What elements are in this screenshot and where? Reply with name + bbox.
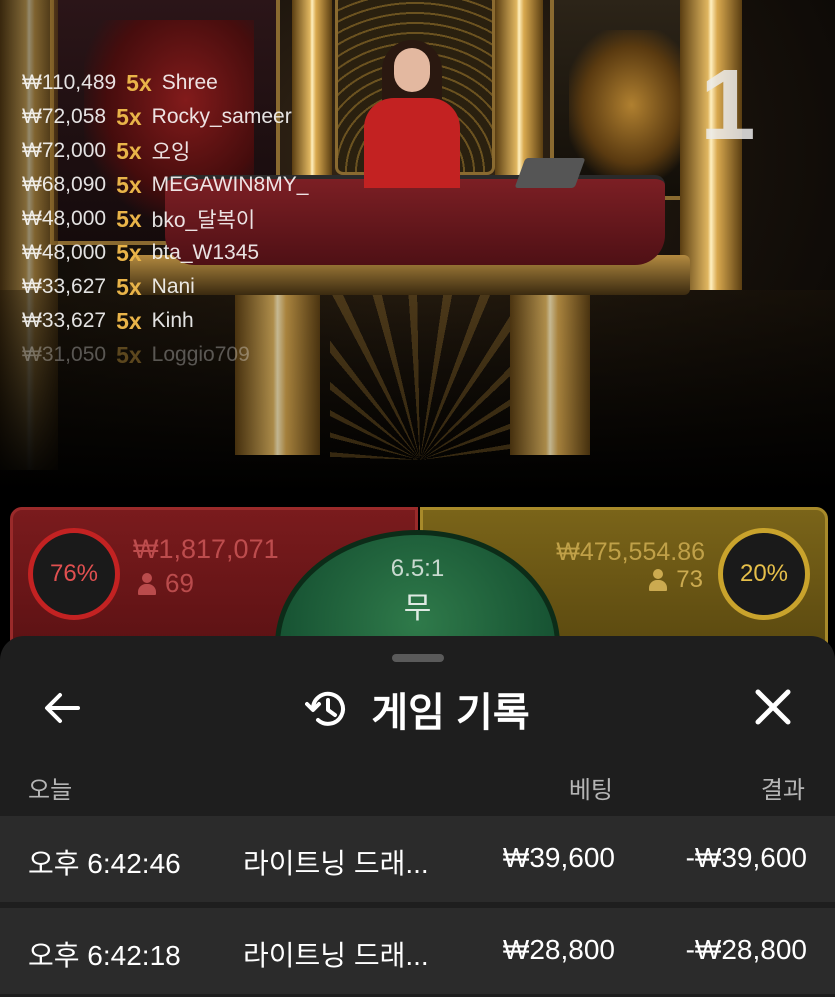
history-column-headers: 오늘 베팅 결과 bbox=[0, 764, 835, 804]
winners-feed: ₩110,489 5x Shree ₩72,058 5x Rocky_sameer ₩7… bbox=[22, 66, 308, 372]
live-video-stream: 1 ₩110,489 5x Shree ₩72,058 5x Rocky_sameer … bbox=[0, 0, 835, 505]
row-result: -₩39,600 bbox=[685, 842, 807, 873]
history-row[interactable]: 오후 6:42:46 라이트닝 드래... ₩39,600 -₩39,600 bbox=[0, 816, 835, 902]
winner-row: ₩72,000 5x 오잉 bbox=[22, 137, 191, 165]
winner-row: ₩33,627 5x Kinh bbox=[22, 307, 194, 334]
row-time: 오후 6:42:46 bbox=[28, 848, 181, 879]
winner-row: ₩48,000 5x bko_달복이 bbox=[22, 205, 256, 233]
dragon-bet-total: ₩1,817,071 bbox=[133, 534, 279, 564]
close-button[interactable] bbox=[748, 684, 798, 730]
row-bet: ₩28,800 bbox=[502, 934, 615, 965]
tiger-player-count: 73 bbox=[648, 566, 703, 594]
winner-row: ₩33,627 5x Nani bbox=[22, 273, 195, 300]
drag-handle[interactable] bbox=[392, 654, 444, 662]
winner-row: ₩68,090 5x MEGAWIN8MY_ bbox=[22, 171, 309, 198]
bet-header: 베팅 bbox=[568, 777, 613, 804]
winner-row: ₩110,489 5x Shree bbox=[22, 69, 218, 96]
game-history-sheet: 게임 기록 오늘 베팅 결과 오후 6:42:46 라이트닝 드래... ₩39… bbox=[0, 636, 835, 997]
row-bet: ₩39,600 bbox=[502, 842, 615, 873]
dragon-bet-percent: 76% bbox=[28, 528, 120, 620]
row-result: -₩28,800 bbox=[685, 934, 807, 965]
tiger-bet-percent: 20% bbox=[718, 528, 810, 620]
close-icon bbox=[755, 689, 791, 725]
tiger-bet-total: ₩475,554.86 bbox=[556, 538, 705, 566]
result-header: 결과 bbox=[760, 777, 805, 804]
sheet-header: 게임 기록 bbox=[0, 680, 835, 738]
sheet-title: 게임 기록 bbox=[371, 691, 530, 735]
round-number: 1 bbox=[700, 49, 756, 161]
history-row[interactable]: 오후 6:42:18 라이트닝 드래... ₩28,800 -₩28,800 bbox=[0, 908, 835, 994]
row-game: 라이트닝 드래... bbox=[243, 940, 429, 971]
tie-label: 무 bbox=[403, 592, 432, 625]
betting-board: 76% ₩1,817,071 69 20% ₩475,554.86 73 6.5… bbox=[0, 505, 835, 760]
date-header: 오늘 bbox=[28, 777, 73, 804]
person-icon bbox=[137, 572, 157, 595]
row-game: 라이트닝 드래... bbox=[243, 848, 429, 879]
person-icon bbox=[648, 569, 668, 591]
winner-row: ₩48,000 5x bta_W1345 bbox=[22, 239, 260, 266]
dragon-player-count: 69 bbox=[137, 568, 194, 599]
tie-payout: 6.5:1 bbox=[390, 555, 445, 582]
history-clock-icon bbox=[305, 691, 346, 726]
winner-row: ₩31,050 5x Loggio709 bbox=[22, 341, 250, 368]
winner-row: ₩72,058 5x Rocky_sameer bbox=[22, 103, 292, 130]
row-time: 오후 6:42:18 bbox=[28, 940, 181, 971]
dealer bbox=[350, 40, 475, 190]
